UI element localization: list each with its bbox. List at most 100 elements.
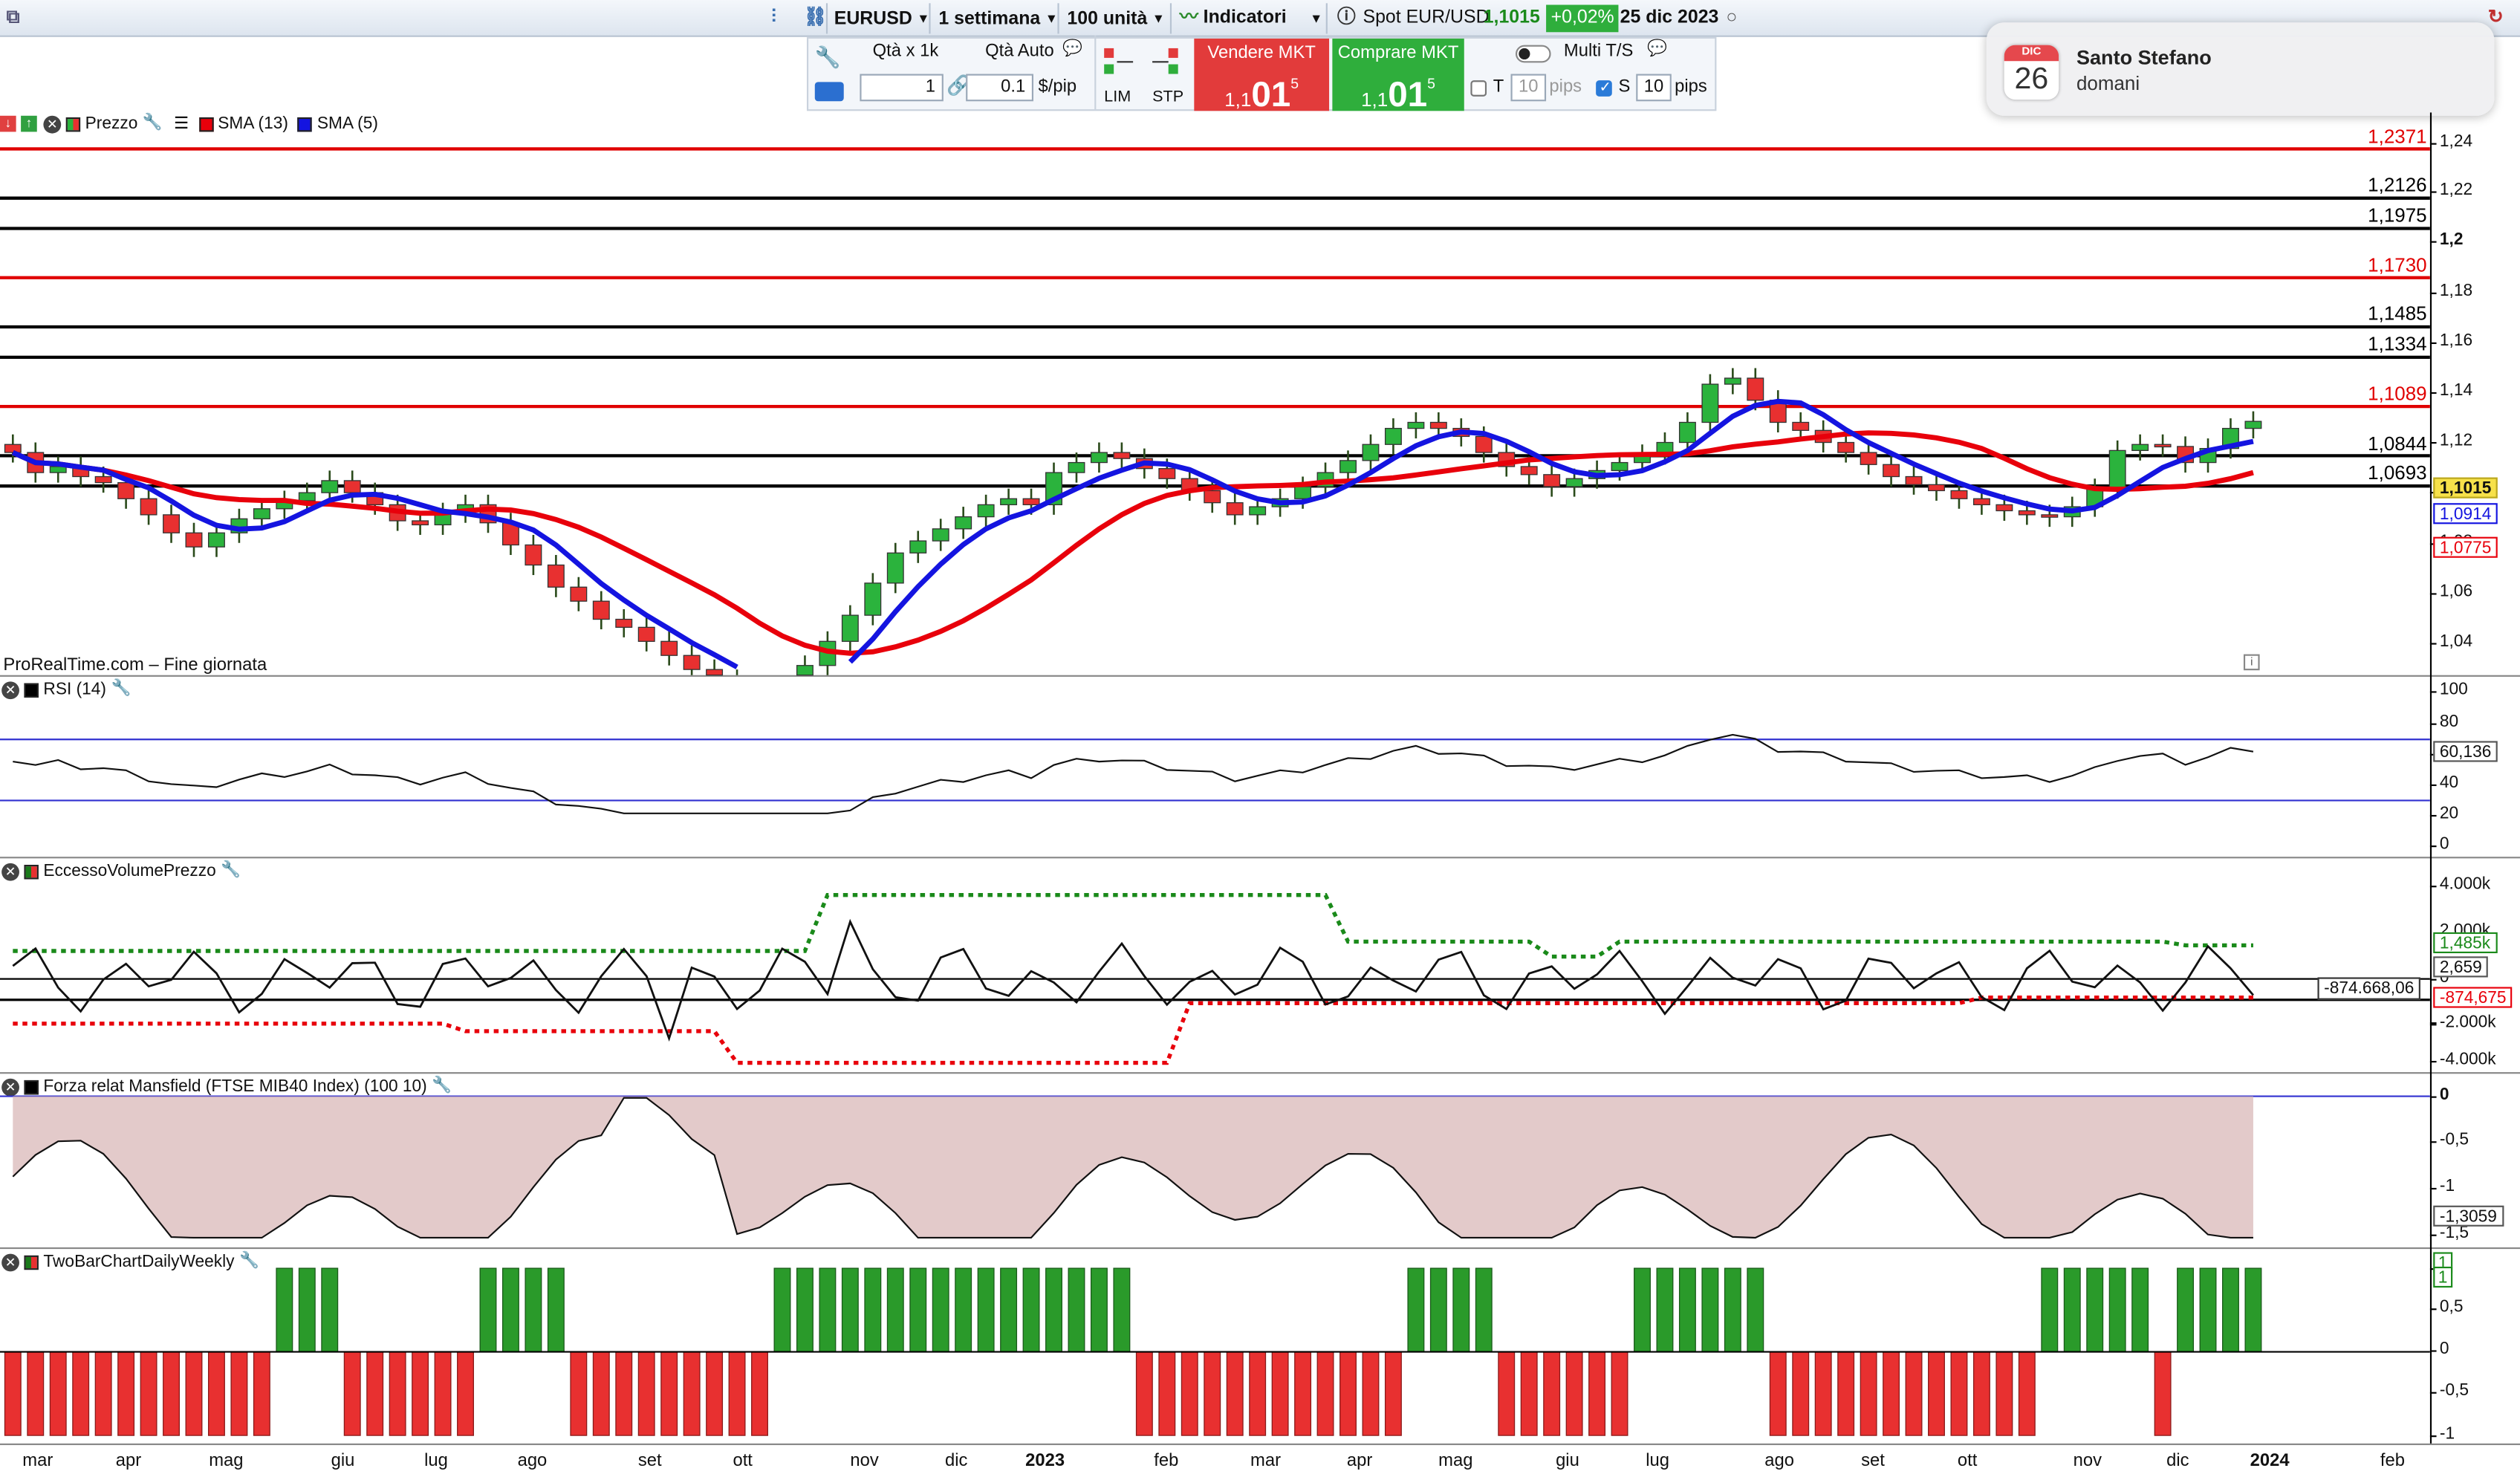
- twobar-down-bar: [1814, 1351, 1832, 1436]
- twobar-down-bar: [615, 1351, 633, 1436]
- twobar-down-bar: [1498, 1351, 1516, 1436]
- candle-down: [1837, 441, 1855, 453]
- twobar-down-bar: [1316, 1351, 1334, 1436]
- twobar-up-bar: [479, 1267, 497, 1353]
- axis-tick: [2429, 1187, 2437, 1190]
- candle-down: [1204, 490, 1221, 504]
- candle-up: [1407, 421, 1425, 429]
- twobar-down-bar: [343, 1351, 361, 1436]
- axis-tick-label: 1,24: [2439, 132, 2473, 152]
- candle-up: [253, 508, 270, 519]
- time-axis-label: lug: [424, 1451, 448, 1471]
- time-axis-label: mar: [1250, 1451, 1282, 1471]
- candle-down: [1543, 474, 1561, 487]
- candle-up: [796, 665, 814, 676]
- twobar-up-bar: [2041, 1267, 2059, 1353]
- candle-down: [117, 481, 135, 499]
- candle-up: [1611, 461, 1628, 472]
- twobar-down-bar: [728, 1351, 746, 1436]
- level-lines: [0, 147, 2430, 488]
- axis-tick-label: 1,14: [2439, 380, 2473, 400]
- twobar-down-bar: [207, 1351, 225, 1436]
- volume-upper-band: [13, 892, 2253, 959]
- candle-up: [298, 492, 316, 501]
- info-icon[interactable]: i: [2243, 654, 2260, 671]
- candle-down: [412, 520, 429, 526]
- candle-down: [140, 498, 158, 516]
- twobar-down-bar: [1339, 1351, 1357, 1436]
- twobar-down-bar: [1995, 1351, 2013, 1436]
- axis-tick: [2429, 241, 2437, 243]
- twobar-down-bar: [253, 1351, 270, 1436]
- candle-up: [955, 516, 972, 530]
- twobar-down-bar: [1950, 1351, 1968, 1436]
- axis-tick: [2429, 1060, 2437, 1063]
- candle-down: [1429, 421, 1447, 429]
- axis-tick: [2429, 1392, 2437, 1394]
- refresh-icon[interactable]: ↻: [2488, 4, 2504, 32]
- twobar-down-bar: [1588, 1351, 1606, 1436]
- candle-up: [1000, 498, 1018, 506]
- candle-down: [1883, 464, 1900, 478]
- crosshair-value-box: -874.668,06: [2317, 977, 2421, 1000]
- twobar-down-bar: [1565, 1351, 1583, 1436]
- watermark: ProRealTime.com – Fine giornata: [3, 655, 267, 675]
- time-axis-label: 2023: [1025, 1451, 1065, 1471]
- candle-up: [207, 532, 225, 548]
- sma13-value-box: 1,0775: [2433, 536, 2498, 558]
- axis-tick-label: 0: [2439, 834, 2449, 854]
- twobar-up-bar: [1429, 1267, 1447, 1353]
- twobar-down-bar: [27, 1351, 45, 1436]
- twobar-down-bar: [1972, 1351, 1990, 1436]
- axis-tick: [2429, 1141, 2437, 1143]
- twobar-up-bar: [276, 1267, 293, 1353]
- candle-up: [321, 480, 339, 493]
- twobar-down-bar: [2018, 1351, 2036, 1436]
- candle-down: [1226, 502, 1244, 516]
- level-label: 1,1730: [2368, 253, 2427, 276]
- current-price-box: 1,1015: [2433, 477, 2498, 499]
- twobar-down-bar: [706, 1351, 724, 1436]
- candle-down: [706, 669, 724, 676]
- twobar-up-bar: [932, 1267, 949, 1353]
- twobar-down-bar: [1204, 1351, 1221, 1436]
- sma5-value-box: 1,0914: [2433, 503, 2498, 525]
- candle-up: [49, 466, 67, 473]
- twobar-up-bar: [298, 1267, 316, 1353]
- twobar-down-bar: [1226, 1351, 1244, 1436]
- twobar-down-bar: [1294, 1351, 1312, 1436]
- twobar-down-bar: [117, 1351, 135, 1436]
- volume-lower-band: [13, 996, 2253, 1065]
- time-axis-label: 2024: [2250, 1451, 2290, 1471]
- axis-tick-label: 0: [2439, 1339, 2449, 1359]
- axis-tick-label: 0: [2439, 1085, 2449, 1105]
- candle-down: [525, 544, 542, 566]
- twobar-down-bar: [412, 1351, 429, 1436]
- sma5-line: [848, 398, 2254, 664]
- candle-up: [1724, 377, 1741, 385]
- candle-up: [841, 614, 859, 642]
- axis-tick-label: -1: [2439, 1176, 2455, 1196]
- twobar-down-bar: [592, 1351, 610, 1436]
- candle-down: [592, 600, 610, 620]
- level-label: 1,2371: [2368, 124, 2427, 148]
- candle-down: [1995, 504, 2013, 512]
- candle-up: [2131, 444, 2149, 451]
- twobar-down-bar: [637, 1351, 655, 1436]
- twobar-up-bar: [886, 1267, 904, 1353]
- time-axis-label: ago: [517, 1451, 548, 1471]
- time-axis-label: ott: [1957, 1451, 1978, 1471]
- time-axis-label: set: [1861, 1451, 1885, 1471]
- candle-down: [1950, 490, 1968, 499]
- twobar-down-bar: [4, 1351, 22, 1436]
- twobar-down-bar: [1271, 1351, 1289, 1436]
- twobar-down-bar: [185, 1351, 203, 1436]
- twobar-up-bar: [1724, 1267, 1741, 1353]
- twobar-up-bar: [977, 1267, 995, 1353]
- axis-tick-label: 1,22: [2439, 180, 2473, 200]
- price-axis-line: [2429, 112, 2432, 1444]
- twobar-up-bar: [773, 1267, 791, 1353]
- chart-canvas[interactable]: [0, 0, 2430, 1447]
- axis-tick-label: 20: [2439, 803, 2459, 823]
- mansfield-area: [13, 1096, 2253, 1238]
